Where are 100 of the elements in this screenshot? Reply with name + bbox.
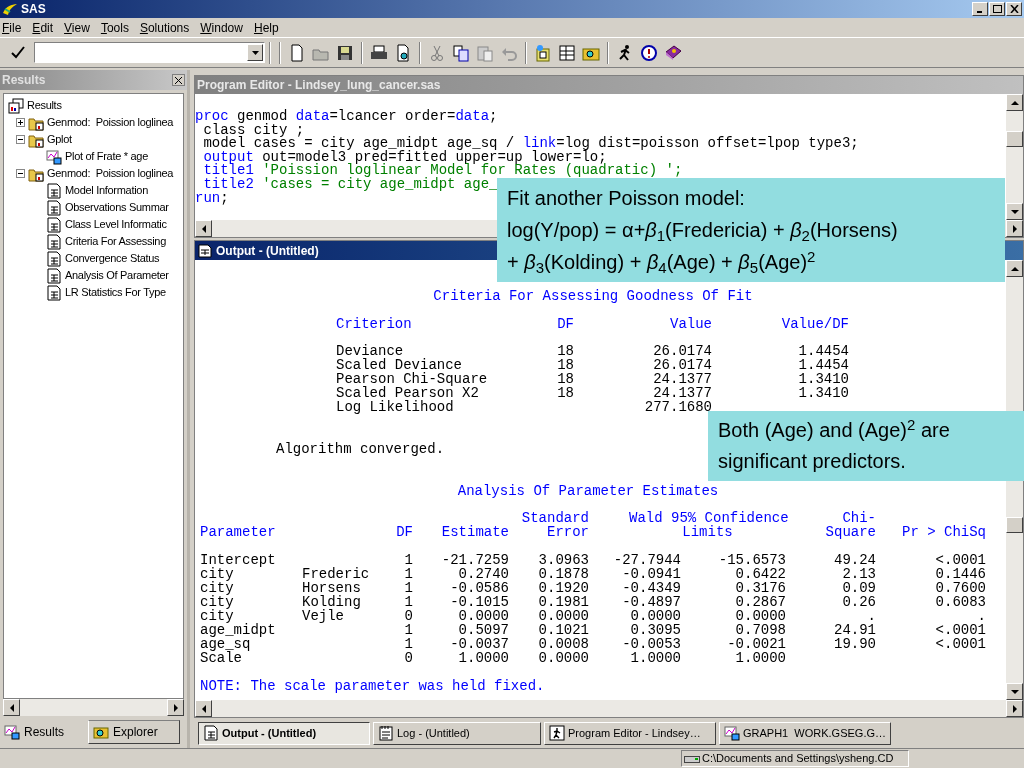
table-cell-text: 0.1021 xyxy=(537,623,589,637)
menu-item[interactable]: Window xyxy=(200,18,243,37)
table-cell-text: city xyxy=(200,595,235,609)
table-cell-text: Criterion xyxy=(336,317,413,331)
tree-item[interactable]: Criteria For Assessing xyxy=(65,233,166,250)
table-cell-text: 1.0000 xyxy=(734,651,786,665)
table-title: Analysis Of Parameter Estimates xyxy=(457,484,719,498)
table-cell-text: 0.3176 xyxy=(734,581,786,595)
callout-text: Both (Age) and (Age)$^{2}$ are significant predictors. xyxy=(718,415,951,474)
table-cell-text: Frederic xyxy=(302,567,371,581)
window-tab[interactable]: Log - (Untitled) xyxy=(373,721,541,745)
table-cell-text: -0.0037 xyxy=(449,637,509,651)
table-cell-text: city xyxy=(200,581,235,595)
tree-item[interactable]: Model Information xyxy=(65,182,148,199)
table-cell-text: -0.0021 xyxy=(726,637,786,651)
column-header: DF xyxy=(395,525,413,539)
code-line: title1 'Poission loglinear Model for Rates (quadratic) '; xyxy=(202,164,683,178)
column-header: Estimate xyxy=(440,525,509,539)
table-cell-text: 24.91 xyxy=(833,623,876,637)
menu-item[interactable]: Tools xyxy=(100,18,129,37)
window-title: Output - (Untitled) xyxy=(216,242,319,260)
panel-title: Results xyxy=(2,72,47,89)
table-cell-text: -0.4349 xyxy=(621,581,681,595)
tree-item[interactable]: Gplot xyxy=(47,131,72,148)
table-cell-text: 1.0000 xyxy=(457,651,509,665)
table-cell-text: -15.6573 xyxy=(717,553,786,567)
table-cell-text: 0.1981 xyxy=(537,595,589,609)
table-cell-text: Kolding xyxy=(302,595,362,609)
table-cell-text: Value xyxy=(669,317,712,331)
table-cell-text: 1.0000 xyxy=(629,651,681,665)
table-cell-text: 1 xyxy=(403,595,413,609)
code-line: run; xyxy=(195,191,229,206)
table-cell-text: 1 xyxy=(403,553,413,567)
note-text: NOTE: The scale parameter was held fixed. xyxy=(200,678,545,694)
table-cell-text: 19.90 xyxy=(833,637,876,651)
menu-item[interactable]: File xyxy=(2,18,22,37)
tree-item[interactable]: Genmod: Poission loglinea xyxy=(47,114,174,131)
table-cell-text: city xyxy=(200,567,234,581)
table-cell-text: 18 xyxy=(556,372,574,386)
window-tab[interactable]: Output - (Untitled) xyxy=(198,721,370,745)
table-cell-text: 2.13 xyxy=(841,567,876,581)
menu-item[interactable]: Help xyxy=(253,18,279,37)
table-cell-text: Intercept xyxy=(200,553,277,567)
menu-item[interactable]: Solutions xyxy=(139,18,190,37)
table-cell-text: 0.0000 xyxy=(629,609,681,623)
table-cell-text: 26.0174 xyxy=(652,344,712,358)
table-cell-text: 0.0000 xyxy=(734,609,786,623)
table-cell-text: 277.1680 xyxy=(643,400,712,414)
table-cell-text: 18 xyxy=(556,358,574,372)
code-line: proc genmod data=lcancer order=data; xyxy=(195,110,498,124)
menu-item[interactable]: View xyxy=(64,18,90,37)
table-cell-text: 1 xyxy=(403,567,413,581)
table-cell-text: -0.0586 xyxy=(449,581,509,595)
table-cell-text: 0.2740 xyxy=(457,567,509,581)
table-cell-text: 0.0000 xyxy=(537,609,589,623)
callout-text: Fit another Poisson model: xyxy=(507,186,745,211)
table-cell-text: 0.0008 xyxy=(537,637,589,651)
status-message: Algorithm converged. xyxy=(276,441,445,457)
table-cell-text: 0.09 xyxy=(841,581,876,595)
table-cell-text: 0 xyxy=(403,651,413,665)
menu-item[interactable]: Edit xyxy=(32,18,54,37)
table-cell-text: Scale xyxy=(200,651,242,665)
table-cell-text: 26.0174 xyxy=(652,358,712,372)
table-cell-text: city xyxy=(200,609,234,623)
tree-item[interactable]: Genmod: Poission loglinea xyxy=(47,165,174,182)
tree-item[interactable]: Observations Summar xyxy=(65,199,169,216)
table-cell-text: 0.7600 xyxy=(934,581,986,595)
table-cell-text: 1.4454 xyxy=(797,358,849,372)
tree-item[interactable]: Results xyxy=(27,97,62,114)
tree-item[interactable]: Convergence Status xyxy=(65,250,160,267)
tree-item[interactable]: Class Level Informatic xyxy=(65,216,167,233)
column-header: Parameter xyxy=(200,525,277,539)
table-cell-text: -0.0053 xyxy=(621,637,681,651)
table-cell-text: 0.26 xyxy=(841,595,876,609)
table-cell-text: 3.0963 xyxy=(537,553,589,567)
table-cell-text: Horsens xyxy=(302,581,362,595)
tree-item[interactable]: LR Statistics For Type xyxy=(65,284,166,301)
table-cell-text: Scaled Pearson X2 xyxy=(336,386,479,400)
tree-item[interactable]: Analysis Of Parameter xyxy=(65,267,169,284)
window-tab[interactable]: Program Editor - Lindsey… xyxy=(544,721,716,745)
table-cell-text: 0.1920 xyxy=(537,581,589,595)
table-cell-text: 0.6422 xyxy=(734,567,786,581)
table-cell-text: 0.1446 xyxy=(934,567,986,581)
table-cell-text: 1 xyxy=(403,637,413,651)
window-tab[interactable]: GRAPH1 WORK.GSEG.G… xyxy=(719,721,891,745)
callout-text: + β$_{3}$(Kolding) + β$_{4}$(Age) + β$_{5}$(Age)$^{2}$ xyxy=(507,246,816,278)
callout-text: log(Y/pop) = α+β$_{1}$(Fredericia) + β$_{2}$(Horsens) xyxy=(507,218,898,246)
tree-item[interactable]: Plot of Frate * age xyxy=(65,148,148,165)
table-cell-text: 1 xyxy=(403,581,413,595)
column-header: Standard Error xyxy=(520,511,589,539)
table-cell-text: 0 xyxy=(403,609,413,623)
table-cell-text: 0.3095 xyxy=(629,623,681,637)
table-cell-text: -0.1015 xyxy=(449,595,509,609)
table-cell-text: 1.3410 xyxy=(797,386,849,400)
table-cell-text: <.0001 xyxy=(934,637,986,651)
code-line: model cases = city age_midpt age_sq / link=log dist=poisson offset=lpop type3; xyxy=(202,137,859,151)
table-cell-text: 18 xyxy=(556,386,574,400)
panel-tab[interactable]: Explorer xyxy=(88,720,180,744)
table-cell-text: age_sq xyxy=(200,637,251,651)
table-cell-text: 0.5097 xyxy=(457,623,509,637)
